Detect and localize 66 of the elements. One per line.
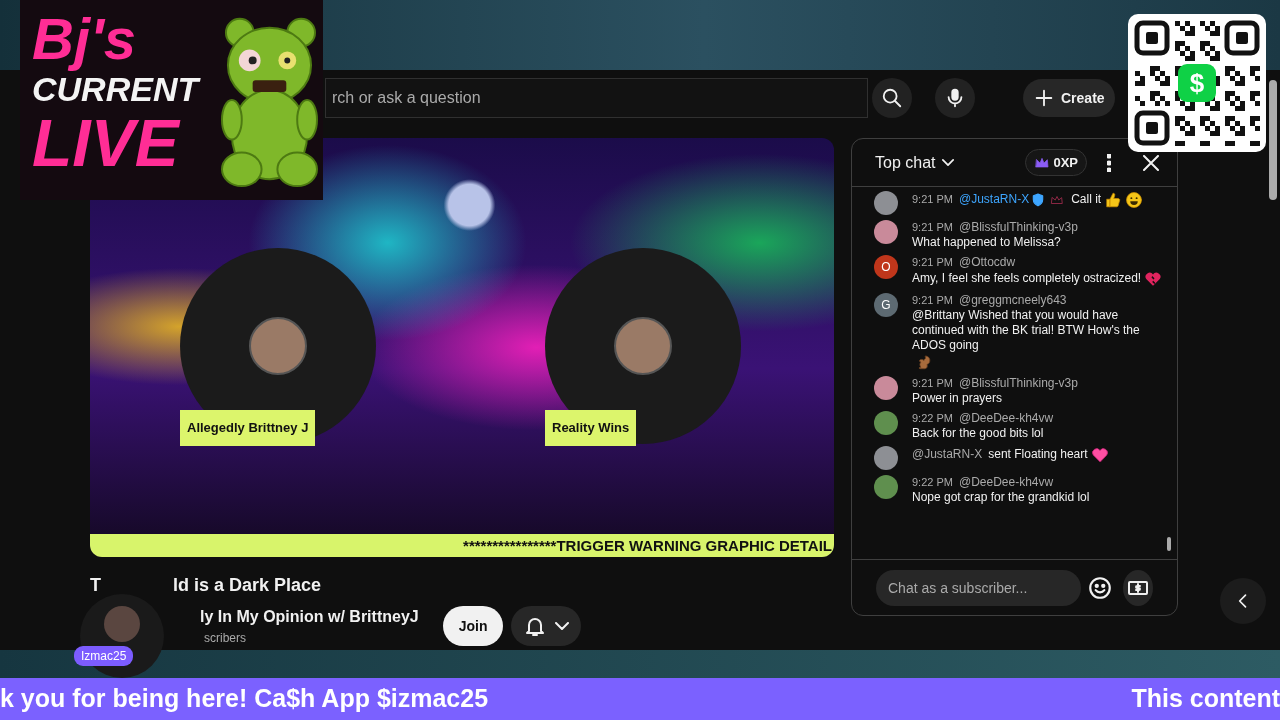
banner-text: This content: [1131, 683, 1280, 715]
author-name[interactable]: @DeeDee-kh4vw: [958, 475, 1054, 489]
participant-name: Reality Wins: [545, 410, 637, 446]
heart-icon: [1090, 446, 1109, 464]
search-button[interactable]: [872, 78, 912, 118]
join-button[interactable]: Join: [442, 606, 504, 646]
message-text: @Brittany Wished that you would have continued with the BK trial! BTW How's the ADOS going: [912, 308, 1141, 353]
chevron-down-icon: [555, 622, 570, 630]
chat-input[interactable]: Chat as a subscriber...: [876, 569, 1081, 606]
broken-heart-icon: [1144, 270, 1163, 288]
author-name[interactable]: @BlissfulThinking-v3p: [958, 376, 1078, 390]
super-chat-button[interactable]: [1123, 569, 1153, 606]
message-time: 9:22 PM: [912, 412, 953, 424]
author-name[interactable]: @Ottocdw: [958, 255, 1016, 269]
message-text: Nope got crap for the grandkid lol: [912, 490, 1090, 505]
avatar-photo: [249, 317, 307, 375]
message-time: 9:21 PM: [912, 377, 953, 389]
smiley-icon: [1125, 191, 1144, 209]
create-button[interactable]: Create: [1023, 79, 1115, 117]
microphone-button[interactable]: [935, 78, 975, 118]
message-time: 9:21 PM: [912, 256, 953, 268]
message-text: sent Floating heart: [988, 447, 1088, 463]
message-time: 9:22 PM: [912, 476, 953, 488]
author-name[interactable]: @greggmcneely643: [958, 293, 1067, 307]
logo-text: CURRENT: [32, 72, 202, 106]
scrollbar-thumb[interactable]: [1167, 537, 1171, 551]
verified-icon: [1031, 193, 1046, 207]
kebab-icon: [1107, 153, 1111, 172]
message-text: What happened to Melissa?: [912, 235, 1061, 250]
message-time: 9:21 PM: [912, 294, 953, 306]
plus-icon: [1033, 87, 1055, 109]
message-time: 9:21 PM: [912, 221, 953, 233]
host-name: Izmac25: [74, 646, 134, 666]
emoji-icon[interactable]: [1087, 574, 1113, 601]
page-scrollbar-thumb[interactable]: [1269, 80, 1277, 200]
message-text: Back for the good bits lol: [912, 426, 1044, 441]
close-icon: [1143, 154, 1159, 171]
author-name[interactable]: @JustaRN-X: [912, 447, 983, 462]
author-name[interactable]: @JustaRN-X: [958, 192, 1030, 207]
user-avatar: O: [874, 255, 898, 279]
chat-mode-dropdown[interactable]: Top chat: [875, 150, 955, 175]
message-text: Call it: [1071, 192, 1102, 208]
avatar-photo: [614, 317, 672, 375]
thumbs-up-icon: [1104, 191, 1123, 209]
message-time: 9:21 PM: [912, 193, 953, 206]
chevron-down-icon: [942, 159, 955, 166]
channel-name[interactable]: ly In My Opinion w/ BrittneyJ: [200, 605, 419, 629]
avatar-photo: [104, 606, 140, 642]
subscriber-count: scribers: [204, 630, 247, 647]
crown-badge-icon: [1049, 193, 1066, 207]
user-avatar: G: [874, 293, 898, 317]
banner-text: k you for being here! Ca$h App $izmac25: [0, 683, 489, 715]
search-field[interactable]: rch or ask a question: [325, 78, 868, 118]
participant-name: Allegedly Brittney J: [180, 410, 316, 446]
message-text: Power in prayers: [912, 391, 1003, 406]
video-title-start: T: [90, 574, 101, 597]
search-icon: [881, 87, 903, 109]
notifications-button[interactable]: [511, 606, 582, 646]
author-name[interactable]: @BlissfulThinking-v3p: [958, 220, 1078, 234]
xp-button[interactable]: 0XP: [1025, 148, 1087, 177]
video-title: ld is a Dark Place: [173, 574, 322, 597]
cash-app-badge: $: [1178, 64, 1216, 102]
logo-text: LIVE: [32, 110, 182, 176]
message-text: Amy, I feel she feels completely ostracized!: [912, 271, 1142, 287]
warning-ticker: ****************TRIGGER WARNING GRAPHIC DETAIL: [90, 534, 834, 557]
author-name[interactable]: @DeeDee-kh4vw: [958, 411, 1054, 425]
